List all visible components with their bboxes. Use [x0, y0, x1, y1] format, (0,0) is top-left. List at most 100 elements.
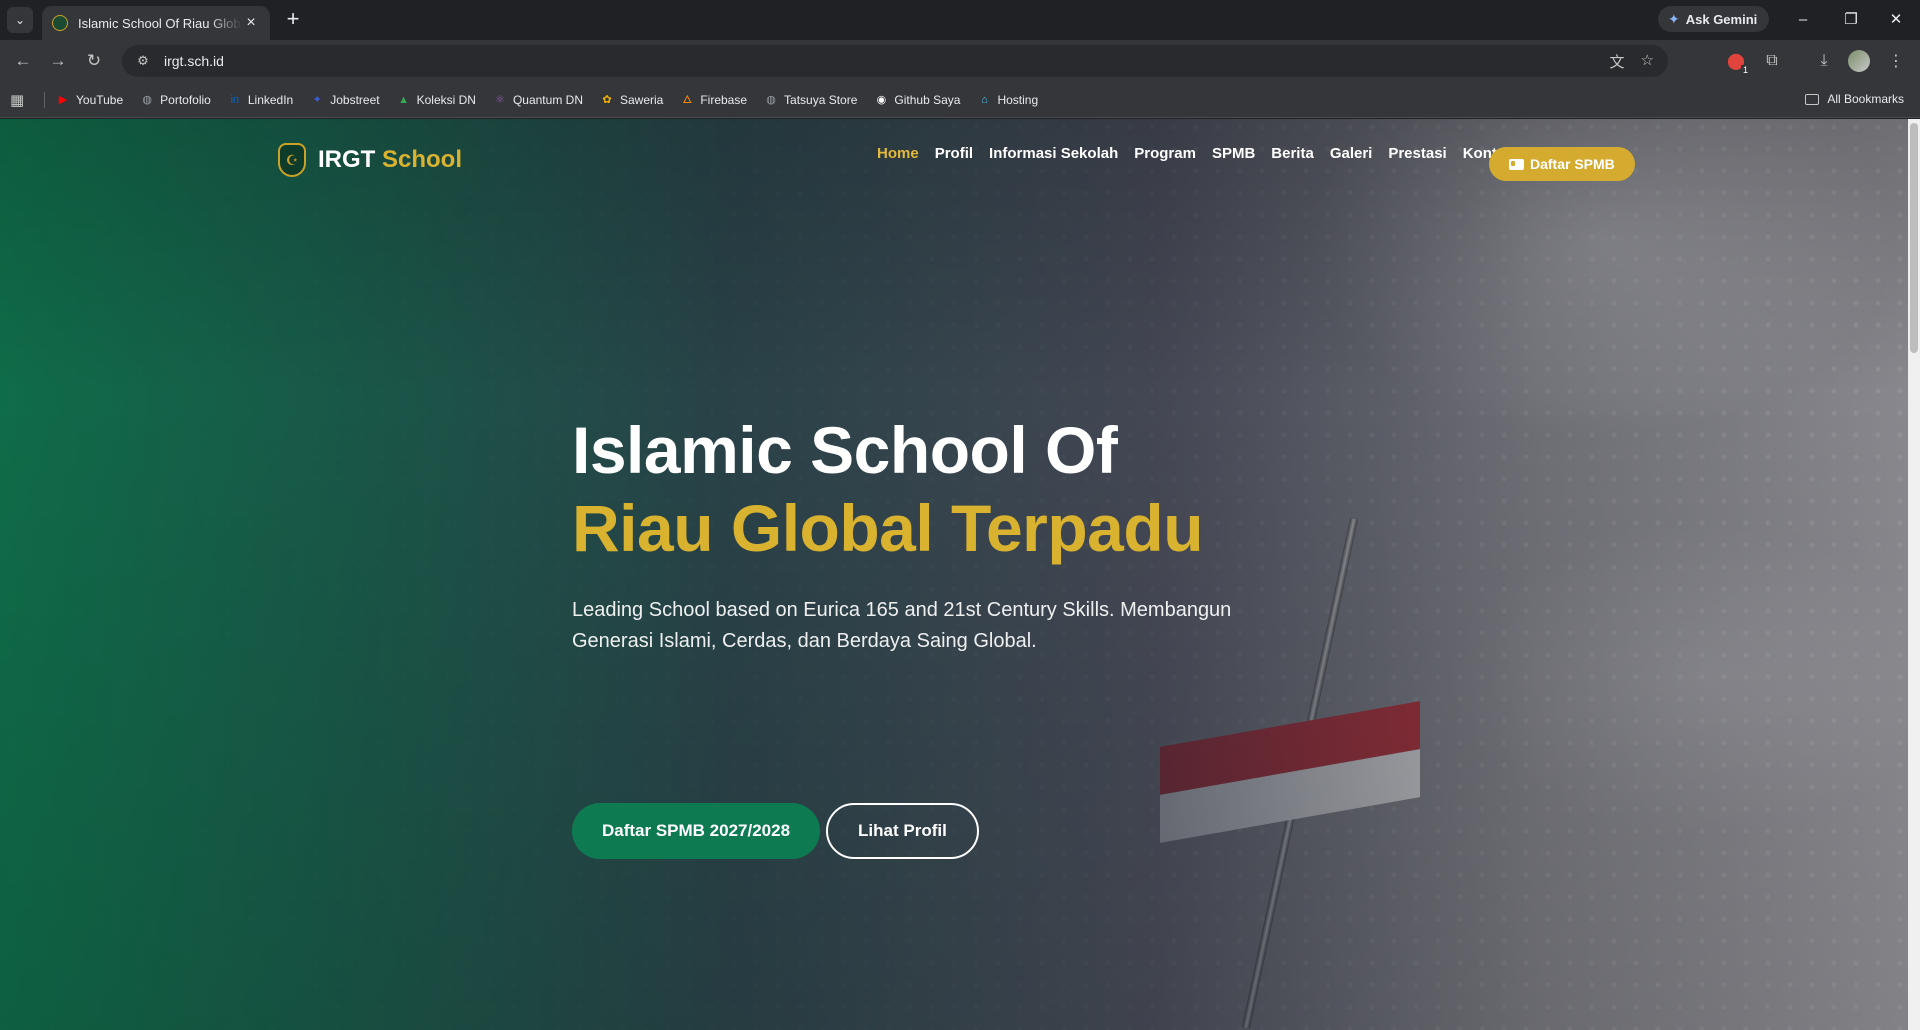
youtube-icon: ▶ [58, 94, 68, 106]
download-icon[interactable]: ⤓ [1812, 49, 1836, 73]
folder-icon [1805, 93, 1820, 105]
apps-grid-icon[interactable]: ▦ [10, 91, 24, 109]
menu-item-berita[interactable]: Berita [1271, 145, 1314, 162]
bookmark-portofolio[interactable]: ◍ Portofolio [140, 93, 211, 107]
bookmark-label: Github Saya [894, 93, 961, 107]
tab-title: Islamic School Of Riau Global Terpadu [78, 15, 242, 31]
jobstreet-icon: ✦ [312, 94, 322, 106]
bookmark-quantum-dn[interactable]: ⚛ Quantum DN [493, 93, 583, 107]
daftar-spmb-button[interactable]: Daftar SPMB 2027/2028 [572, 803, 821, 859]
profile-avatar[interactable] [1848, 50, 1870, 72]
restore-icon: ❐ [1844, 11, 1858, 28]
bookmark-label: Firebase [700, 93, 748, 107]
gemini-sparkle-icon: ✦ [1668, 10, 1680, 27]
chevron-down-icon: ⌄ [14, 13, 26, 27]
logo-text-part2: School [382, 146, 463, 173]
arrow-left-icon: ← [14, 51, 32, 70]
reload-icon: ↻ [86, 51, 102, 70]
bookmark-saweria[interactable]: ✿ Saweria [600, 93, 663, 107]
bookmark-koleksi-dn[interactable]: ▲ Koleksi DN [397, 93, 476, 107]
reload-button[interactable]: ↻ [81, 48, 107, 74]
bookmark-separator [44, 92, 45, 108]
all-bookmarks-button[interactable]: All Bookmarks [1805, 92, 1904, 106]
hosting-icon: ⌂ [981, 94, 988, 106]
close-window-button[interactable]: ✕ [1881, 6, 1911, 32]
main-menu: Home Profil Informasi Sekolah Program SPMB Be… [877, 145, 1514, 162]
bookmark-tatsuya-store[interactable]: ◍ Tatsuya Store [764, 93, 857, 107]
school-emblem-icon: ☪ [278, 143, 306, 177]
hero-title-line1: Islamic School Of [572, 413, 1118, 487]
ask-gemini-label: Ask Gemini [1685, 11, 1758, 27]
bookmark-list: ▶ YouTube ◍ Portofolio in LinkedIn ✦ Jobstreet ▲… [56, 82, 1038, 118]
hero-section: Islamic School Of Riau Global Terpadu Le… [572, 411, 1392, 859]
back-button[interactable]: ← [10, 48, 36, 74]
address-bar[interactable]: ⚙ irgt.sch.id 文 ☆ [122, 45, 1668, 77]
close-icon: ✕ [1889, 11, 1903, 28]
drive-icon: ▲ [398, 94, 410, 106]
site-favicon-icon [52, 15, 68, 31]
close-tab-icon[interactable]: × [242, 14, 260, 32]
bookmarks-bar: ▦ ▶ YouTube ◍ Portofolio in LinkedIn ✦ Jobstree… [0, 82, 1920, 118]
quantum-icon: ⚛ [495, 94, 505, 106]
ask-gemini-button[interactable]: ✦ Ask Gemini [1658, 6, 1770, 32]
all-bookmarks-label: All Bookmarks [1827, 92, 1904, 106]
globe-icon: ◍ [766, 94, 776, 106]
bookmark-star-icon[interactable]: ☆ [1641, 51, 1654, 72]
bookmark-label: Saweria [619, 93, 664, 107]
menu-item-profil[interactable]: Profil [935, 145, 973, 162]
hero-title-line2: Riau Global Terpadu [572, 491, 1204, 565]
bookmark-label: Jobstreet [330, 93, 380, 107]
translate-icon[interactable]: 文 [1610, 51, 1625, 72]
site-logo[interactable]: ☪ IRGT School [278, 143, 462, 177]
bookmark-label: LinkedIn [247, 93, 294, 107]
menu-item-program[interactable]: Program [1134, 145, 1196, 162]
more-options-icon[interactable]: ⋮ [1884, 49, 1908, 73]
globe-icon: ◍ [142, 94, 152, 106]
bookmark-linkedin[interactable]: in LinkedIn [228, 93, 294, 107]
arrow-right-icon: → [49, 51, 67, 70]
bookmark-label: Hosting [997, 93, 1039, 107]
site-info-icon[interactable]: ⚙ [134, 53, 152, 69]
menu-item-prestasi[interactable]: Prestasi [1388, 145, 1446, 162]
page-scrollbar[interactable] [1908, 119, 1920, 1030]
lihat-profil-button[interactable]: Lihat Profil [826, 803, 979, 859]
bookmark-github-saya[interactable]: ◉ Github Saya [874, 93, 961, 107]
page-viewport: ☪ IRGT School Home Profil Informasi Sekola… [0, 119, 1920, 1030]
bookmark-label: Tatsuya Store [784, 93, 858, 107]
url-text[interactable]: irgt.sch.id [164, 53, 224, 69]
tab-search-button[interactable]: ⌄ [7, 7, 33, 33]
bookmark-label: Portofolio [160, 93, 211, 107]
menu-item-galeri[interactable]: Galeri [1330, 145, 1373, 162]
forward-button[interactable]: → [45, 48, 71, 74]
github-icon: ◉ [876, 94, 887, 106]
firebase-icon: 🜂 [682, 94, 693, 106]
logo-text: IRGT School [318, 146, 462, 174]
new-tab-button[interactable]: + [281, 8, 305, 32]
bookmark-label: YouTube [76, 93, 124, 107]
linkedin-icon: in [230, 94, 240, 106]
saweria-icon: ✿ [602, 94, 612, 106]
bookmark-label: Quantum DN [512, 93, 583, 107]
bookmark-hosting[interactable]: ⌂ Hosting [977, 93, 1038, 107]
browser-tab-bar: ⌄ Islamic School Of Riau Global Terpadu … [0, 0, 1920, 40]
hero-actions: Daftar SPMB 2027/2028 Lihat Profil [572, 803, 979, 859]
browser-tab[interactable]: Islamic School Of Riau Global Terpadu × [42, 6, 270, 40]
id-card-icon [1509, 158, 1524, 170]
menu-item-home[interactable]: Home [877, 145, 919, 162]
daftar-spmb-nav-button[interactable]: Daftar SPMB [1489, 147, 1635, 181]
bookmark-youtube[interactable]: ▶ YouTube [56, 93, 123, 107]
extensions-puzzle-icon[interactable]: ⧉ [1760, 49, 1784, 73]
minimize-window-button[interactable]: – [1788, 6, 1818, 32]
menu-item-informasi-sekolah[interactable]: Informasi Sekolah [989, 145, 1118, 162]
bookmark-firebase[interactable]: 🜂 Firebase [680, 93, 748, 107]
bookmark-label: Koleksi DN [416, 93, 476, 107]
logo-text-part1: IRGT [318, 146, 376, 173]
hero-subtitle: Leading School based on Eurica 165 and 2… [572, 599, 1232, 652]
menu-item-spmb[interactable]: SPMB [1212, 145, 1255, 162]
extension-red-icon[interactable]: ⬤ 1 [1724, 49, 1750, 75]
page-scrollbar-thumb[interactable] [1910, 123, 1918, 353]
bookmark-jobstreet[interactable]: ✦ Jobstreet [310, 93, 380, 107]
browser-toolbar: ← → ↻ ⚙ irgt.sch.id 文 ☆ ⬤ 1 ⧉ ⤓ ⋮ [0, 40, 1920, 82]
restore-window-button[interactable]: ❐ [1836, 6, 1866, 32]
minimize-icon: – [1798, 10, 1808, 28]
